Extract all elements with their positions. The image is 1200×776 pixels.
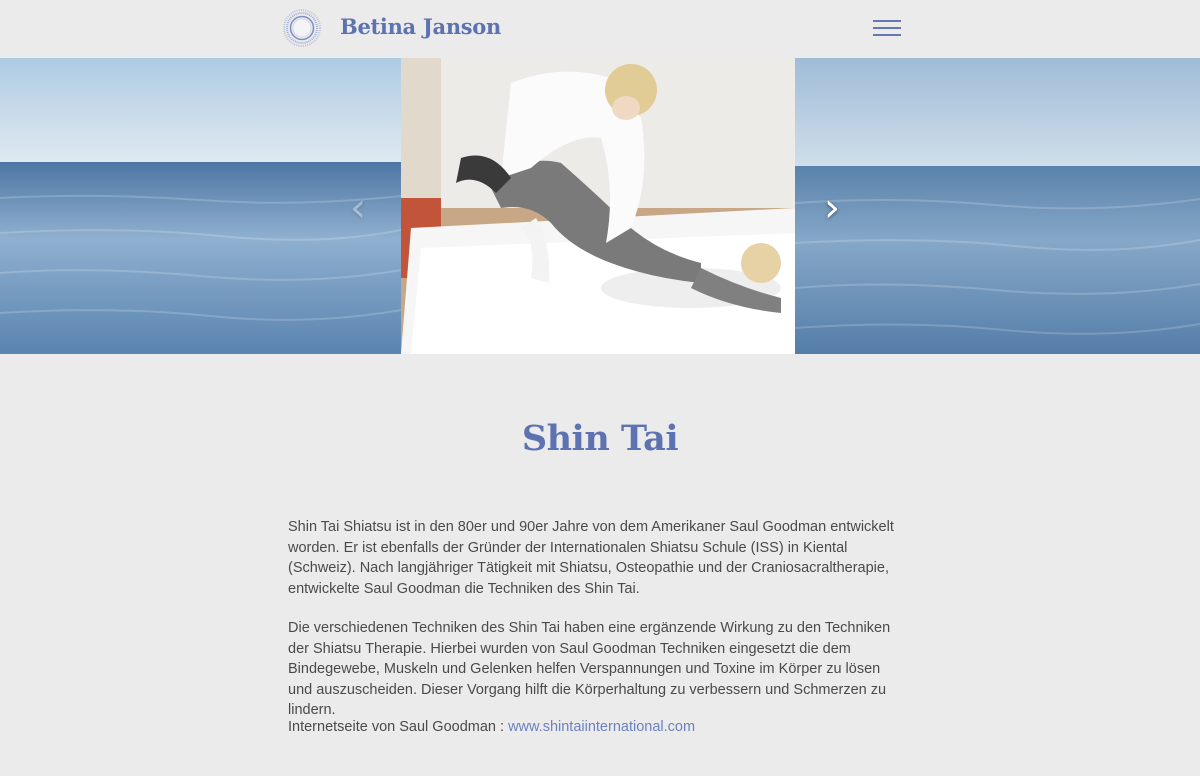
techniques-paragraph: Die verschiedenen Techniken des Shin Tai… (288, 620, 891, 719)
hamburger-line (873, 34, 901, 36)
calm-sea-photo (0, 58, 401, 354)
brand-name[interactable]: Betina Janson (340, 14, 501, 39)
carousel-prev-button[interactable]: ‹ (350, 188, 366, 228)
hamburger-menu-button[interactable] (873, 18, 903, 38)
hamburger-line (873, 27, 901, 29)
website-line: Internetseite von Saul Goodman : www.shi… (288, 717, 908, 738)
calm-sea-photo-right (795, 58, 1200, 354)
image-carousel: ‹ › (0, 58, 1200, 354)
website-label: Internetseite von Saul Goodman : (288, 719, 509, 735)
chevron-left-icon: ‹ (350, 185, 366, 231)
site-header: Betina Janson (0, 0, 1200, 58)
circle-logo-icon[interactable] (282, 8, 322, 48)
intro-paragraph: Shin Tai Shiatsu ist in den 80er und 90e… (288, 519, 894, 597)
shiatsu-treatment-photo (401, 58, 795, 354)
carousel-next-button[interactable]: › (824, 188, 840, 228)
chevron-right-icon: › (824, 185, 840, 231)
website-link[interactable]: www.shintaiinternational.com (508, 719, 695, 735)
page-title: Shin Tai (521, 418, 679, 459)
hamburger-icon (873, 20, 901, 22)
